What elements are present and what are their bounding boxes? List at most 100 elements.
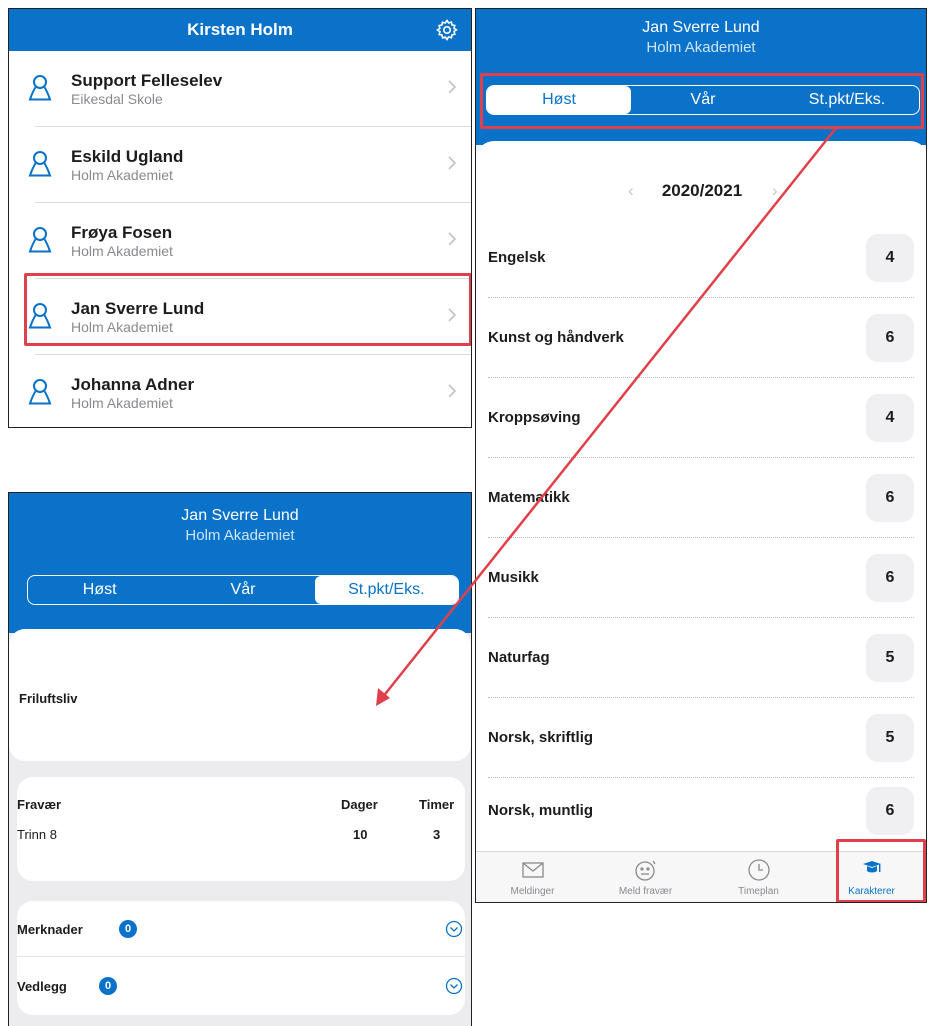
student-row[interactable]: Eskild Ugland Holm Akademiet (9, 127, 471, 203)
chevron-down-circle-icon[interactable] (445, 977, 463, 995)
student-name: Jan Sverre Lund (642, 19, 760, 36)
subject-name: Matematikk (488, 489, 570, 506)
segment-exam[interactable]: St.pkt/Eks. (775, 86, 919, 114)
student-list-panel: Kirsten Holm Support Felleselev Eikesdal… (8, 8, 472, 428)
student-row[interactable]: Johanna Adner Holm Akademiet (9, 355, 471, 427)
person-icon (28, 151, 52, 177)
attachments-label: Vedlegg (17, 979, 67, 994)
grade-badge: 6 (866, 554, 914, 602)
absence-title: Fravær (17, 797, 62, 812)
grade-row[interactable]: Naturfag 5 (476, 618, 926, 698)
student-school: Holm Akademiet (71, 319, 173, 335)
grade-row[interactable]: Musikk 6 (476, 538, 926, 618)
year-selector: ‹ 2020/2021 › (476, 181, 926, 201)
grades-panel: Jan Sverre Lund Holm Akademiet Høst Vår … (475, 8, 927, 903)
tab-karakterer[interactable]: Karakterer (815, 852, 926, 902)
student-school: Holm Akademiet (71, 167, 173, 183)
sick-face-icon (635, 860, 656, 881)
person-icon (28, 379, 52, 405)
notes-label: Merknader (17, 922, 83, 937)
student-school: Holm Akademiet (71, 243, 173, 259)
notes-row[interactable]: Merknader 0 (17, 901, 465, 957)
student-row[interactable]: Frøya Fosen Holm Akademiet (9, 203, 471, 279)
school-name: Holm Akademiet (646, 39, 756, 56)
graduation-cap-icon (863, 861, 881, 873)
segment-var[interactable]: Vår (631, 86, 775, 114)
exam-subject-card: Friluftsliv (9, 629, 471, 761)
attachments-count-badge: 0 (99, 977, 117, 995)
subject-name: Kroppsøving (488, 409, 581, 426)
student-name: Eskild Ugland (71, 147, 184, 166)
chevron-left-icon[interactable]: ‹ (628, 181, 634, 201)
segment-exam[interactable]: St.pkt/Eks. (314, 576, 458, 604)
attachments-row[interactable]: Vedlegg 0 (17, 957, 465, 1013)
person-icon (28, 303, 52, 329)
year-label: 2020/2021 (661, 181, 743, 200)
person-icon (28, 227, 52, 253)
tab-meldinger[interactable]: Meldinger (476, 852, 589, 902)
chevron-right-icon (448, 232, 457, 246)
student-name: Support Felleselev (71, 71, 223, 90)
exam-subject: Friluftsliv (19, 691, 78, 706)
chevron-right-icon (448, 80, 457, 94)
absence-hours-header: Timer (419, 797, 455, 812)
absence-days: 10 (353, 827, 368, 842)
absence-card: Fravær Dager Timer Trinn 8 10 3 (17, 777, 465, 881)
grade-badge: 4 (866, 234, 914, 282)
notes-count-badge: 0 (119, 920, 137, 938)
grade-badge: 6 (866, 474, 914, 522)
exam-detail-panel: Jan Sverre Lund Holm Akademiet Høst Vår … (8, 492, 472, 1026)
person-icon (28, 75, 52, 101)
subject-name: Norsk, skriftlig (488, 729, 594, 746)
student-school: Eikesdal Skole (71, 91, 163, 107)
grade-row[interactable]: Engelsk 4 (476, 218, 926, 298)
grades-header: Jan Sverre Lund Holm Akademiet Høst Vår … (476, 9, 926, 145)
chevron-right-icon[interactable]: › (772, 181, 778, 201)
chevron-right-icon (448, 384, 457, 398)
gear-icon[interactable] (435, 18, 459, 42)
grade-badge: 6 (866, 314, 914, 362)
grade-row[interactable]: Kroppsøving 4 (476, 378, 926, 458)
segment-host[interactable]: Høst (28, 576, 171, 604)
chevron-down-circle-icon[interactable] (445, 920, 463, 938)
student-name: Jan Sverre Lund (71, 299, 205, 318)
grade-row[interactable]: Norsk, muntlig 6 (476, 771, 926, 851)
segment-host[interactable]: Høst (487, 86, 631, 114)
clock-icon (748, 859, 770, 881)
grade-row[interactable]: Norsk, skriftlig 5 (476, 698, 926, 778)
subject-name: Engelsk (488, 249, 546, 266)
grade-badge: 6 (866, 787, 914, 835)
absence-days-header: Dager (341, 797, 378, 812)
grade-badge: 5 (866, 634, 914, 682)
tab-bar: Meldinger Meld fravær Timeplan Karaktere… (476, 851, 926, 902)
student-name: Jan Sverre Lund (181, 507, 299, 524)
term-segmented-control: Høst Vår St.pkt/Eks. (27, 575, 459, 605)
exam-header: Jan Sverre Lund Holm Akademiet Høst Vår … (9, 493, 471, 633)
grade-row[interactable]: Matematikk 6 (476, 458, 926, 538)
chevron-right-icon (448, 308, 457, 322)
segment-var[interactable]: Vår (171, 576, 314, 604)
tab-meld-fravaer[interactable]: Meld fravær (589, 852, 702, 902)
student-list-header: Kirsten Holm (9, 9, 471, 51)
grades-card: ‹ 2020/2021 › Engelsk 4 Kunst og håndverk… (476, 141, 926, 851)
student-school: Holm Akademiet (71, 395, 173, 411)
subject-name: Musikk (488, 569, 539, 586)
absence-hours: 3 (433, 827, 441, 842)
subject-name: Kunst og håndverk (488, 329, 624, 346)
subject-name: Naturfag (488, 649, 550, 666)
student-row[interactable]: Support Felleselev Eikesdal Skole (9, 51, 471, 127)
envelope-icon (522, 862, 544, 878)
grade-row[interactable]: Kunst og håndverk 6 (476, 298, 926, 378)
term-segmented-control: Høst Vår St.pkt/Eks. (486, 85, 920, 115)
student-name: Frøya Fosen (71, 223, 173, 242)
notes-card: Merknader 0 Vedlegg 0 (17, 901, 465, 1015)
student-name: Johanna Adner (71, 375, 195, 394)
school-name: Holm Akademiet (185, 527, 295, 544)
subject-name: Norsk, muntlig (488, 802, 594, 819)
tab-timeplan[interactable]: Timeplan (702, 852, 815, 902)
student-row-selected[interactable]: Jan Sverre Lund Holm Akademiet (9, 279, 471, 355)
grade-badge: 5 (866, 714, 914, 762)
absence-row-label: Trinn 8 (17, 827, 57, 842)
header-title: Kirsten Holm (187, 20, 293, 39)
grade-badge: 4 (866, 394, 914, 442)
